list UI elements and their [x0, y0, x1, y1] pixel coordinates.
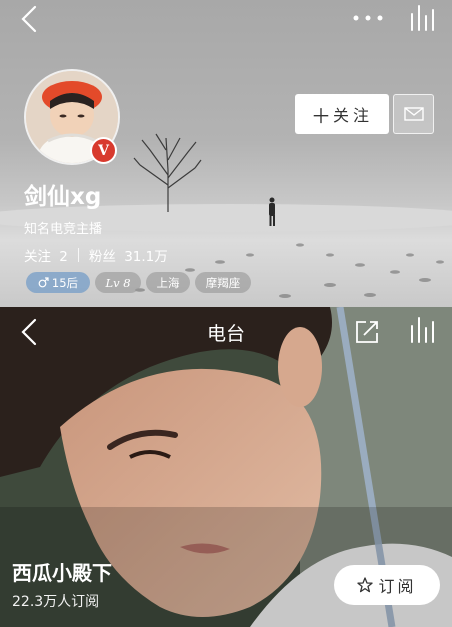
subscribe-button-label: 订阅 — [378, 577, 417, 596]
male-icon — [38, 277, 49, 288]
more-button[interactable] — [350, 6, 386, 30]
following-link[interactable]: 关注 2 — [24, 245, 68, 265]
verified-badge: V — [90, 137, 117, 164]
user-bio: 知名电竞主播 — [24, 222, 103, 237]
playing-bars-icon — [411, 5, 434, 31]
age-tag-label: 15后 — [51, 275, 79, 290]
stats-divider — [77, 248, 79, 262]
following-count: 2 — [59, 249, 68, 265]
playing-bars-icon — [411, 317, 434, 343]
user-stats: 关注 2 粉丝 31.1万 — [24, 245, 168, 265]
message-button[interactable] — [393, 94, 434, 134]
follow-button-label: 关注 — [332, 106, 373, 125]
back-button[interactable] — [14, 4, 44, 34]
profile-header: V ＋ 关注 剑仙xg 知名电竞主播 关注 2 粉丝 31.1万 15后 Lv … — [0, 0, 452, 307]
radio-header: 电台 西瓜小殿下 22.3万人订阅 订阅 — [0, 307, 452, 627]
subscribe-button[interactable]: 订阅 — [334, 565, 440, 605]
envelope-icon — [403, 107, 424, 121]
follow-button[interactable]: ＋ 关注 — [295, 94, 389, 134]
more-dots-icon — [353, 15, 383, 21]
fans-label: 粉丝 — [88, 249, 116, 265]
share-button[interactable] — [352, 316, 382, 348]
radio-header-title: 电台 — [206, 323, 245, 345]
plus-icon: ＋ — [310, 103, 331, 128]
username: 剑仙xg — [24, 184, 102, 210]
profile-tags: 15后 Lv 8 上海 摩羯座 — [26, 272, 251, 293]
now-playing-button[interactable] — [408, 2, 438, 34]
level-tag: Lv 8 — [95, 272, 141, 293]
chevron-left-icon — [21, 5, 37, 33]
following-label: 关注 — [24, 249, 51, 265]
radio-name: 西瓜小殿下 — [12, 561, 112, 585]
star-icon — [357, 577, 374, 593]
age-tag: 15后 — [26, 272, 90, 293]
subscriber-count: 22.3万人订阅 — [12, 594, 100, 610]
zodiac-tag: 摩羯座 — [195, 272, 251, 293]
fans-link[interactable]: 粉丝 31.1万 — [89, 245, 168, 265]
city-tag: 上海 — [146, 272, 190, 293]
fans-count: 31.1万 — [124, 249, 168, 265]
share-icon — [356, 321, 378, 343]
radio-now-playing-button[interactable] — [408, 313, 438, 347]
